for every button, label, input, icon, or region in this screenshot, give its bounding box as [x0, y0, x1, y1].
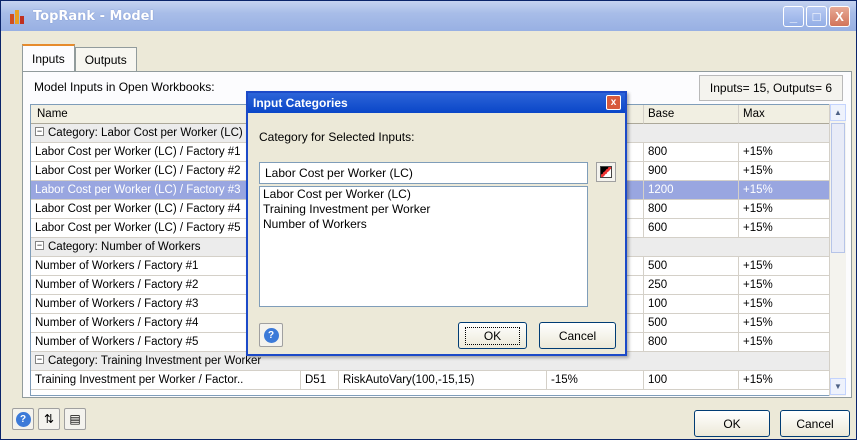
table-row[interactable]: Training Investment per Worker / Factor.…	[31, 371, 831, 390]
collapse-icon[interactable]: −	[35, 355, 44, 365]
base-cell[interactable]: 600	[644, 219, 739, 238]
dialog-help-button[interactable]: ?	[259, 323, 283, 347]
base-cell[interactable]: 800	[644, 333, 739, 352]
minimize-button[interactable]: _	[783, 6, 804, 27]
category-list[interactable]: Labor Cost per Worker (LC) Training Inve…	[259, 186, 588, 307]
category-label: Category for Selected Inputs:	[259, 130, 415, 144]
model-inputs-label: Model Inputs in Open Workbooks:	[34, 80, 215, 94]
report-icon: ▤	[69, 412, 81, 426]
scroll-thumb[interactable]	[831, 123, 845, 253]
maximize-button[interactable]: □	[806, 6, 827, 27]
picker-icon	[600, 166, 612, 178]
base-cell[interactable]: 250	[644, 276, 739, 295]
max-cell[interactable]: +15%	[739, 200, 831, 219]
cancel-button[interactable]: Cancel	[780, 410, 850, 437]
dialog-title[interactable]: Input Categories	[248, 93, 625, 113]
toprank-app-icon	[9, 7, 27, 25]
max-cell[interactable]: +15%	[739, 295, 831, 314]
base-cell[interactable]: 800	[644, 200, 739, 219]
list-item[interactable]: Number of Workers	[260, 217, 587, 232]
base-cell[interactable]: 800	[644, 143, 739, 162]
dialog-ok-label: OK	[464, 326, 521, 345]
collapse-icon[interactable]: −	[35, 127, 44, 137]
tab-outputs[interactable]: Outputs	[74, 47, 137, 71]
base-cell[interactable]: 500	[644, 257, 739, 276]
help-icon: ?	[15, 411, 31, 427]
dialog-ok-button[interactable]: OK	[458, 322, 527, 349]
report-button[interactable]: ▤	[64, 408, 86, 430]
category-label: Category: Training Investment per Worker	[48, 355, 262, 367]
inputs-outputs-count[interactable]: Inputs= 15, Outputs= 6	[698, 75, 843, 101]
function-cell[interactable]: RiskAutoVary(100,-15,15)	[339, 371, 547, 390]
scroll-down-icon[interactable]: ▼	[830, 378, 846, 395]
max-cell[interactable]: +15%	[739, 333, 831, 352]
vertical-scrollbar[interactable]: ▲ ▼	[829, 104, 846, 396]
cell-reference[interactable]: D51	[301, 371, 339, 390]
dialog-close-icon[interactable]: x	[606, 95, 621, 110]
list-item[interactable]: Training Investment per Worker	[260, 202, 587, 217]
ok-button[interactable]: OK	[694, 410, 770, 437]
min-cell[interactable]: -15%	[547, 371, 644, 390]
max-cell[interactable]: +15%	[739, 371, 831, 390]
max-cell[interactable]: +15%	[739, 162, 831, 181]
max-cell[interactable]: +15%	[739, 257, 831, 276]
input-name-cell: Training Investment per Worker / Factor.…	[31, 371, 301, 390]
max-cell[interactable]: +15%	[739, 143, 831, 162]
category-label: Category: Labor Cost per Worker (LC)	[48, 127, 243, 139]
category-input[interactable]: Labor Cost per Worker (LC)	[259, 162, 588, 184]
dialog-cancel-button[interactable]: Cancel	[539, 322, 616, 349]
max-cell[interactable]: +15%	[739, 276, 831, 295]
column-header-base[interactable]: Base	[644, 105, 739, 124]
window-title: TopRank - Model	[33, 8, 154, 24]
scroll-up-icon[interactable]: ▲	[830, 104, 846, 121]
tab-inputs[interactable]: Inputs	[22, 44, 75, 71]
base-cell[interactable]: 1200	[644, 181, 739, 200]
bottom-toolbar: ? ⇅ ▤	[12, 408, 86, 430]
sort-icon: ⇅	[43, 412, 55, 426]
list-item[interactable]: Labor Cost per Worker (LC)	[260, 187, 587, 202]
base-cell[interactable]: 100	[644, 295, 739, 314]
max-cell[interactable]: +15%	[739, 314, 831, 333]
close-button[interactable]: X	[829, 6, 850, 27]
help-button[interactable]: ?	[12, 408, 34, 430]
column-header-max[interactable]: Max	[739, 105, 831, 124]
category-picker-button[interactable]	[596, 162, 616, 182]
collapse-icon[interactable]: −	[35, 241, 44, 251]
base-cell[interactable]: 100	[644, 371, 739, 390]
tab-strip: Inputs Outputs	[22, 44, 137, 71]
title-bar[interactable]: TopRank - Model _ □ X	[1, 1, 856, 31]
max-cell[interactable]: +15%	[739, 181, 831, 200]
category-label: Category: Number of Workers	[48, 241, 201, 253]
base-cell[interactable]: 500	[644, 314, 739, 333]
max-cell[interactable]: +15%	[739, 219, 831, 238]
sort-button[interactable]: ⇅	[38, 408, 60, 430]
input-categories-dialog: Input Categories x Category for Selected…	[246, 91, 627, 356]
base-cell[interactable]: 900	[644, 162, 739, 181]
help-icon: ?	[263, 327, 279, 343]
